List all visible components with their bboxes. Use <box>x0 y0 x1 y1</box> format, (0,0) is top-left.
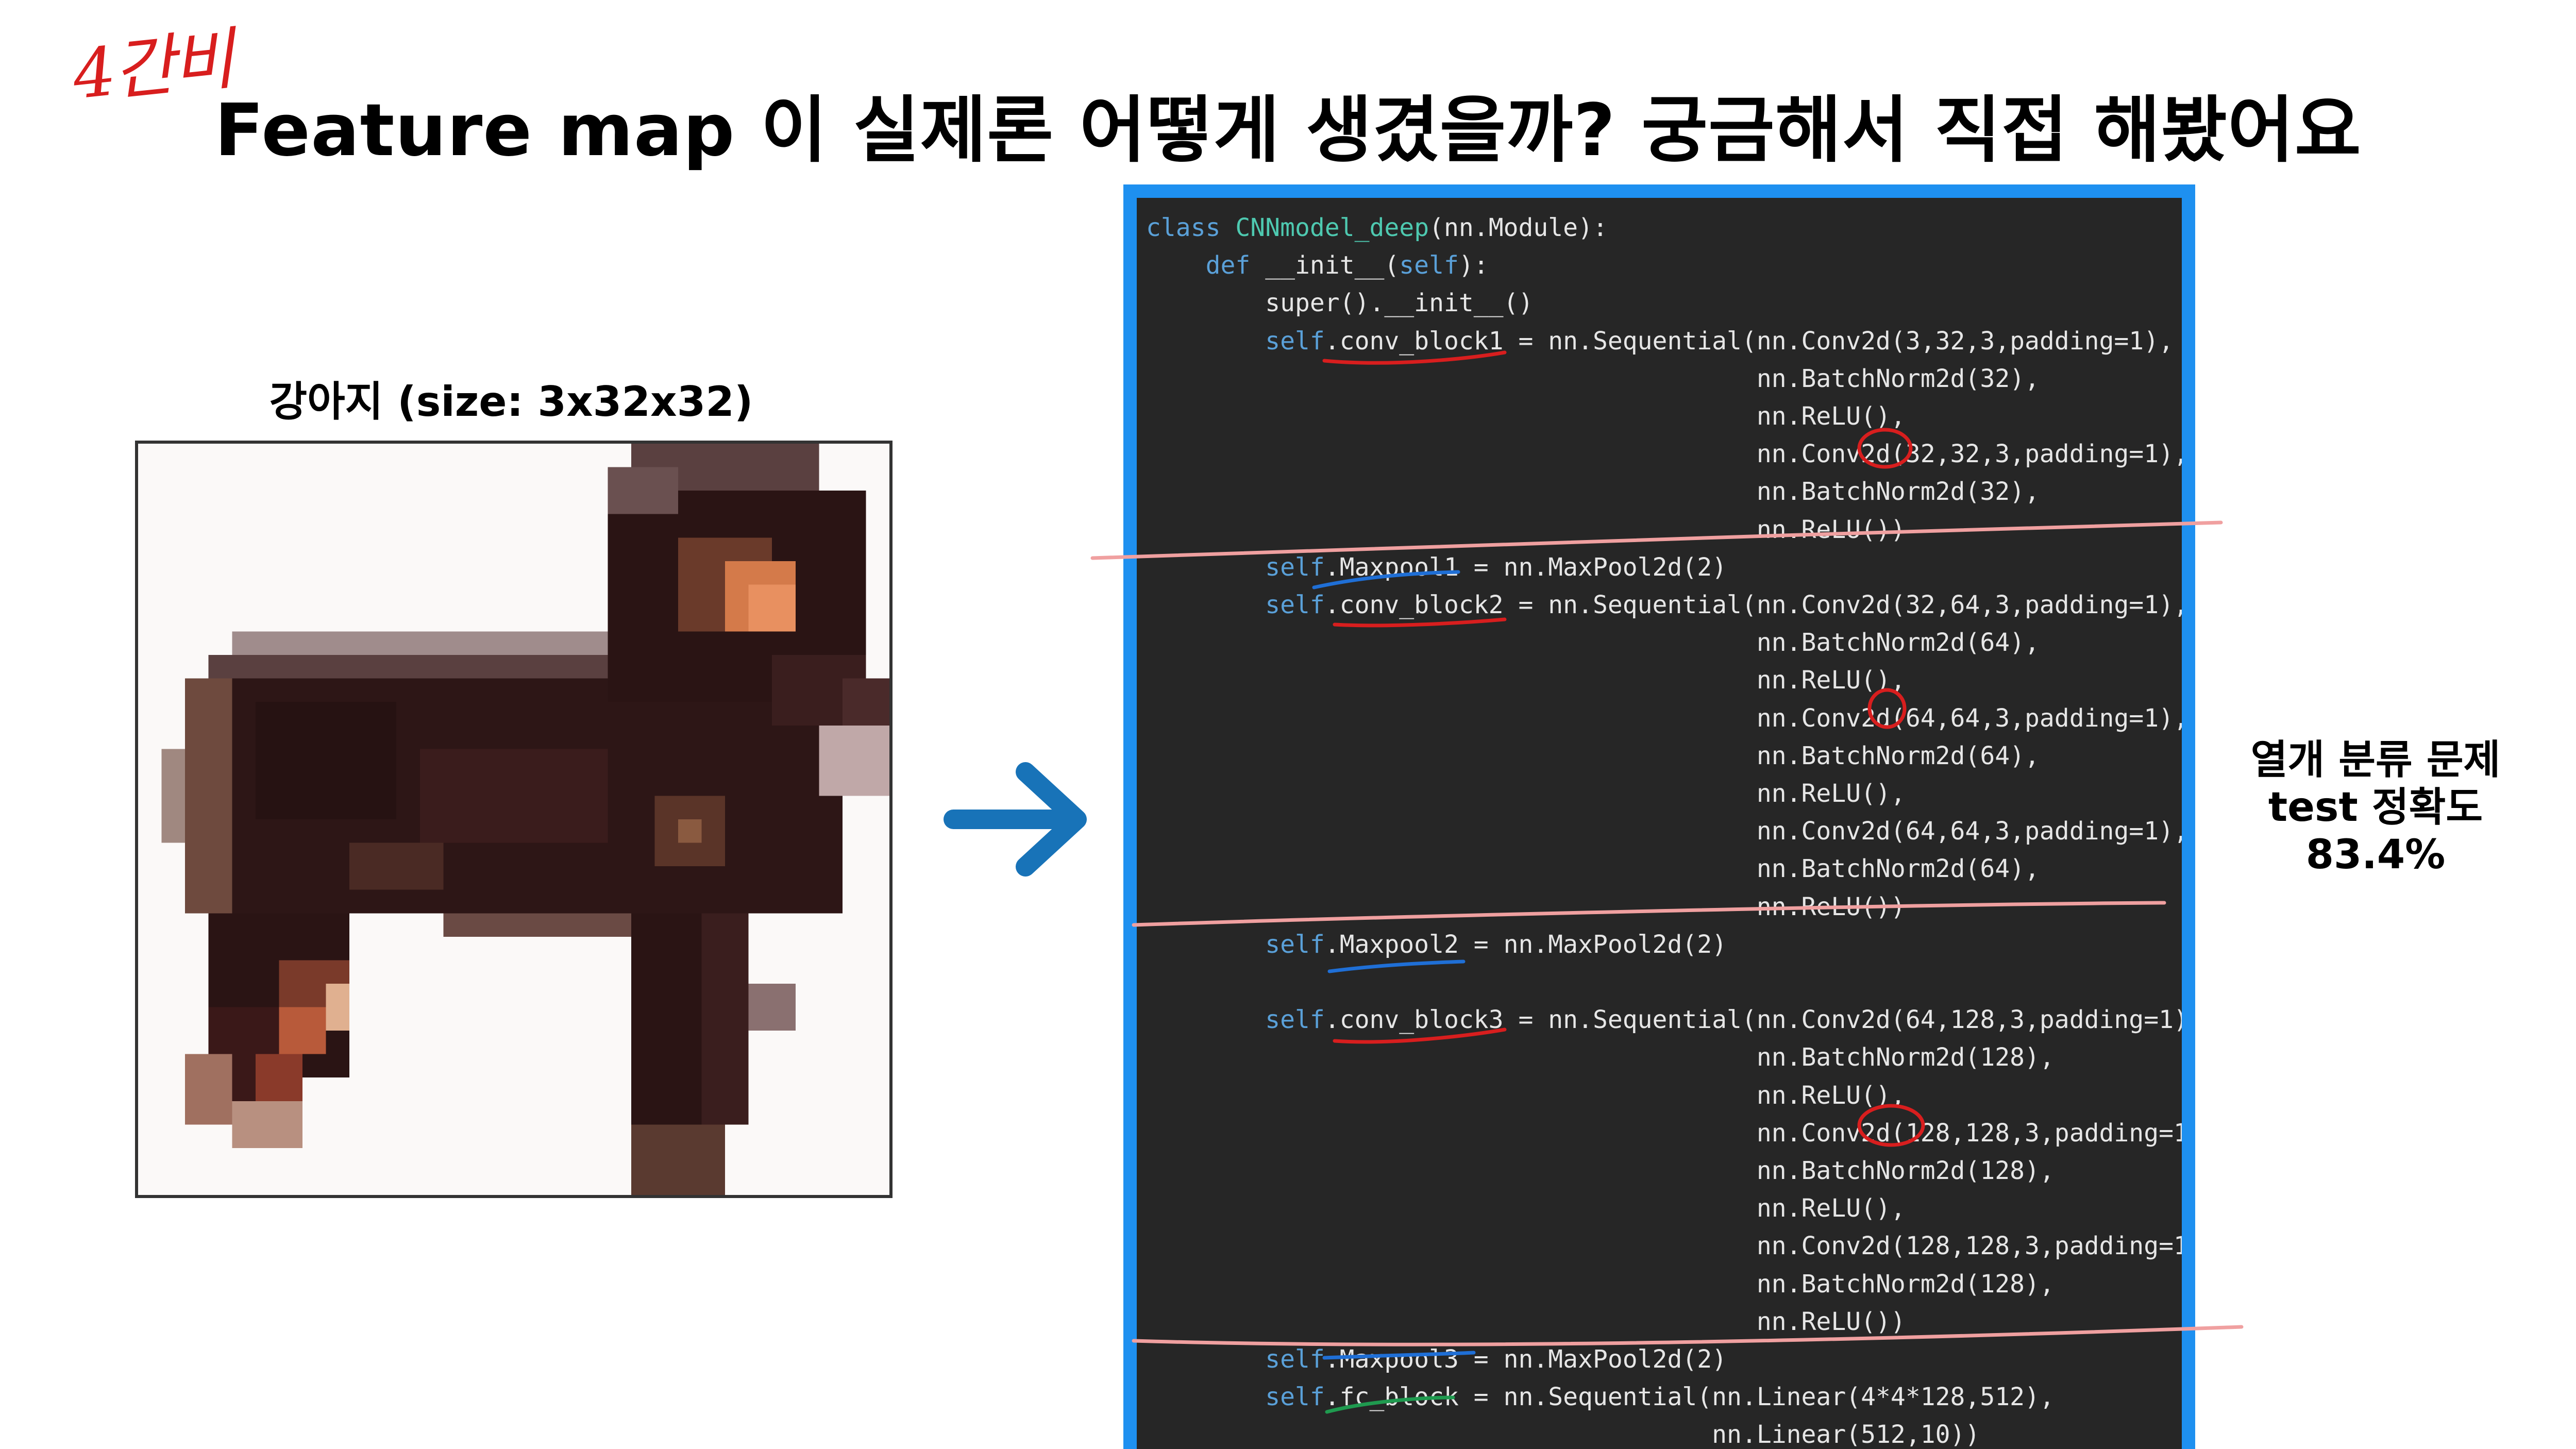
slide-title: Feature map 이 실제론 어떻게 생겼을까? 궁금해서 직접 해봤어요 <box>214 89 2362 173</box>
code-line: nn.Conv2d(64,64,3,padding=1), <box>1146 703 2188 733</box>
code-line: nn.BatchNorm2d(64), <box>1146 854 2040 884</box>
right-arrow-icon <box>943 757 1098 881</box>
code-line: self.fc_block = nn.Sequential(nn.Linear(… <box>1265 1383 2055 1412</box>
code-line: nn.BatchNorm2d(64), <box>1146 628 2040 658</box>
code-line: nn.Conv2d(128,128,3,padding=1), <box>1146 1118 2195 1148</box>
code-line: nn.ReLU(), <box>1146 402 1906 431</box>
code-line: self.Maxpool3 = nn.MaxPool2d(2) <box>1265 1345 1727 1374</box>
code-line: nn.BatchNorm2d(128), <box>1146 1269 2055 1299</box>
code-line: nn.BatchNorm2d(128), <box>1146 1156 2055 1185</box>
code-line: nn.ReLU()) <box>1146 892 1906 921</box>
code-line: nn.ReLU(), <box>1146 1081 1906 1110</box>
code-line: nn.ReLU(), <box>1146 1194 1906 1223</box>
dog-image <box>135 441 893 1198</box>
code-line: self.conv_block3 = nn.Sequential(nn.Conv… <box>1265 1005 2195 1035</box>
image-caption: 강아지 (size: 3x32x32) <box>269 378 753 426</box>
code-line: nn.ReLU(), <box>1146 666 1906 695</box>
code-line: nn.ReLU(), <box>1146 779 1906 808</box>
result-line-2: test 정확도 <box>2268 784 2483 831</box>
code-line: def __init__(self): <box>1205 251 1489 280</box>
code-line: nn.Conv2d(32,32,3,padding=1), <box>1146 440 2188 469</box>
code-line: nn.Conv2d(64,64,3,padding=1), <box>1146 817 2188 846</box>
code-line: nn.BatchNorm2d(32), <box>1146 364 2040 393</box>
result-line-1: 열개 분류 문제 <box>2250 737 2501 783</box>
result-line-3: 83.4% <box>2305 832 2446 878</box>
code-line: super().__init__() <box>1146 289 1534 318</box>
code-line: nn.BatchNorm2d(32), <box>1146 477 2040 507</box>
code-line: nn.ReLU()) <box>1146 515 1906 544</box>
code-line: self.conv_block1 = nn.Sequential(nn.Conv… <box>1265 326 2174 356</box>
code-line: nn.BatchNorm2d(128), <box>1146 1043 2055 1072</box>
pixelated-dog-illustration <box>138 444 889 1195</box>
code-line: class CNNmodel_deep(nn.Module): <box>1146 213 1608 242</box>
code-line: self.conv_block2 = nn.Sequential(nn.Conv… <box>1265 591 2188 619</box>
code-line: self.Maxpool1 = nn.MaxPool2d(2) <box>1265 552 1727 582</box>
code-line: nn.Linear(512,10)) <box>1146 1420 1980 1449</box>
code-line: nn.BatchNorm2d(64), <box>1146 741 2040 770</box>
result-text: 열개 분류 문제 test 정확도 83.4% <box>2200 737 2551 879</box>
code-line: nn.ReLU()) <box>1146 1307 1906 1336</box>
code-line: self.Maxpool2 = nn.MaxPool2d(2) <box>1265 930 1727 959</box>
code-line: nn.Conv2d(128,128,3,padding=1), <box>1146 1232 2195 1261</box>
code-screenshot: class CNNmodel_deep(nn.Module): def __in… <box>1123 184 2195 1449</box>
